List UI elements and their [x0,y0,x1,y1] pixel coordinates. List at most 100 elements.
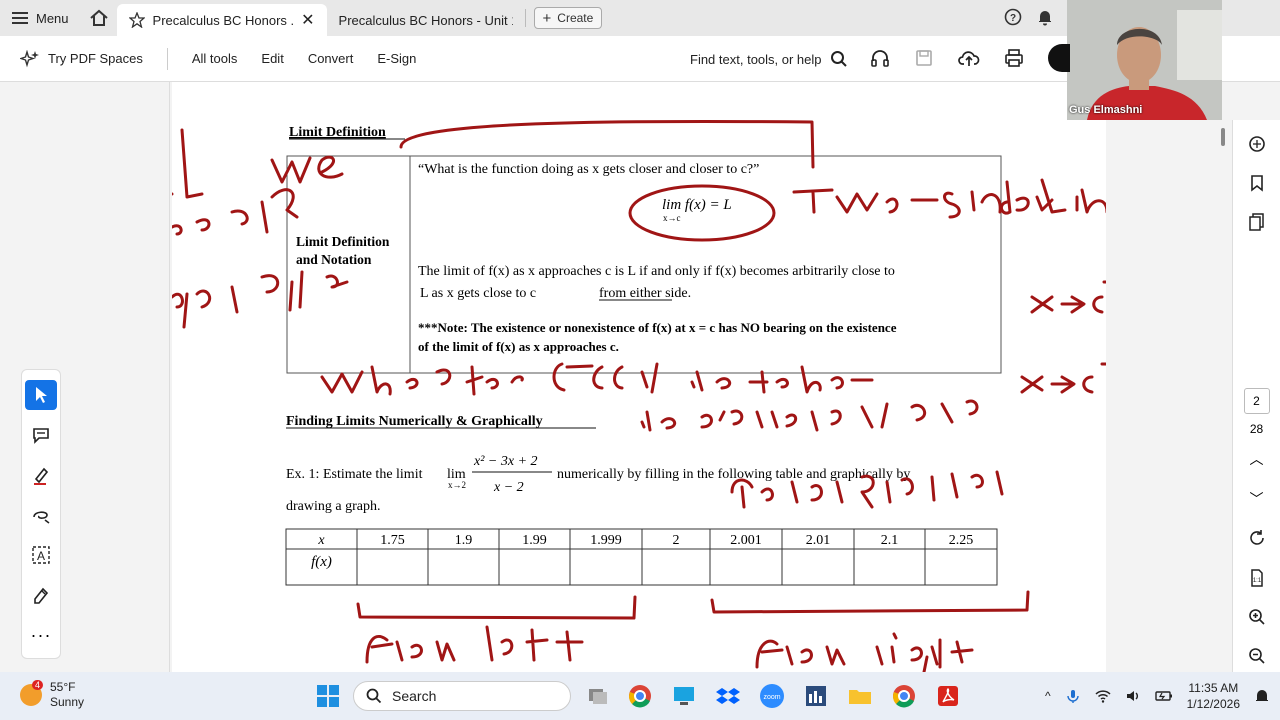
print-icon[interactable] [1004,48,1024,68]
example-text: drawing a graph. [286,499,380,514]
more-icon: ··· [30,624,52,645]
file-explorer-icon[interactable] [846,682,874,710]
table-value-cell[interactable] [571,550,641,584]
table-header-cell: 1.999 [590,533,622,548]
table-value-cell[interactable] [855,550,924,584]
create-button[interactable]: + Create [533,7,603,29]
zoom-icon[interactable]: zoom [758,682,786,710]
rotate-button[interactable] [1241,522,1273,553]
bookmarks-button[interactable] [1241,167,1273,198]
limit-expression: lim f(x) = L [662,197,732,213]
table-value-cell[interactable] [429,550,498,584]
toolbar-divider [166,47,168,70]
mic-icon[interactable] [1065,688,1081,704]
menu-button[interactable]: Menu [0,0,81,36]
menu-edit[interactable]: Edit [249,51,295,66]
chrome-icon[interactable] [626,682,654,710]
table-value-cell[interactable] [500,550,569,584]
note-text: of the limit of f(x) as x approaches c. [418,339,619,354]
prev-page-button[interactable]: ︿ [1241,444,1273,475]
sign-tool-button[interactable] [25,580,57,610]
clock[interactable]: 11:35 AM 1/12/2026 [1187,680,1240,712]
zoom-out-button[interactable] [1241,641,1273,672]
close-icon[interactable]: ✕ [301,10,314,30]
vertical-scrollbar[interactable] [1221,128,1225,146]
table-header-cell: 2.001 [730,533,762,548]
toolbar-avatar[interactable] [1048,44,1070,72]
tab-precalc-unit1[interactable]: Precalculus BC Honors - Unit 1 ... [327,4,525,36]
weather-desc: Sunny [50,695,85,709]
table-value-cell[interactable] [643,550,709,584]
right-gutter [1107,82,1227,672]
system-tray: ^ 11:35 AM 1/12/2026 [1045,680,1270,712]
find-tools-button[interactable]: Find text, tools, or help [690,50,848,68]
table-header-cell: 1.75 [380,533,405,548]
home-button[interactable] [81,0,117,36]
star-icon[interactable] [128,12,145,28]
menu-convert[interactable]: Convert [296,51,366,66]
clock-time: 11:35 AM [1188,681,1239,695]
pages-button[interactable] [1241,207,1273,238]
svg-text:?: ? [1010,13,1016,24]
help-icon[interactable]: ? [1004,8,1022,26]
fit-page-icon: 1:1 [1250,568,1263,587]
table-value-cell[interactable] [711,550,781,584]
fraction-numerator: x² − 3x + 2 [473,454,538,469]
wifi-icon[interactable] [1095,688,1111,704]
table-value-cell[interactable] [358,550,427,584]
table-header-cell: 2.1 [881,533,899,548]
table-header-cell: 2 [673,533,680,548]
table-value-cell[interactable] [783,550,853,584]
select-tool-button[interactable] [25,380,57,410]
tab-precalc-active[interactable]: Precalculus BC Honors ... ✕ [116,4,327,36]
draw-tool-button[interactable] [25,500,57,530]
pdf-page: Limit Definition Limit Definition and No… [90,82,1254,674]
taskbar-search[interactable]: Search [353,681,571,711]
text-tool-button[interactable]: A [25,540,57,570]
highlight-tool-button[interactable] [25,460,57,490]
remote-desktop-icon[interactable] [670,682,698,710]
headphones-icon[interactable] [870,48,890,68]
more-tools-button[interactable]: ··· [25,620,57,650]
windows-start-icon[interactable] [314,682,342,710]
menu-esign[interactable]: E-Sign [365,51,428,66]
table-header-cell: 1.99 [522,533,547,548]
weather-icon: 4 [20,680,44,706]
notification-bell-icon[interactable] [1254,688,1270,704]
pdf-page-content: Limit Definition Limit Definition and No… [90,119,1254,674]
quick-tools-rail: A ··· [21,369,61,659]
weather-badge: 4 [32,680,44,690]
volume-icon[interactable] [1125,688,1141,704]
menu-label: Menu [36,10,69,26]
sparkle-icon [20,49,39,67]
chrome-profile-icon[interactable] [890,682,918,710]
ai-assistant-button[interactable] [1241,128,1273,159]
svg-text:1:1: 1:1 [1252,578,1261,584]
table-header-cell: 2.25 [949,533,974,548]
participant-video[interactable]: Gus Elmashni [1067,0,1222,120]
next-page-button[interactable]: ﹀ [1241,483,1273,514]
battery-icon[interactable] [1154,688,1173,704]
bell-icon[interactable] [1036,8,1054,26]
svg-text:zoom: zoom [763,694,780,701]
table-value-cell[interactable] [926,550,996,584]
svg-text:A: A [37,549,45,563]
search-icon [366,688,382,704]
fit-page-button[interactable]: 1:1 [1241,562,1273,593]
dashboard-app-icon[interactable] [802,682,830,710]
task-view-icon[interactable] [584,682,612,710]
pdf-spaces-button[interactable]: Try PDF Spaces [0,49,155,68]
chevron-up-icon[interactable]: ^ [1045,689,1051,703]
menu-all-tools[interactable]: All tools [180,51,250,66]
weather-widget[interactable]: 4 55°F Sunny [20,680,84,710]
dropbox-icon[interactable] [714,682,742,710]
cloud-upload-icon[interactable] [958,48,980,68]
acrobat-icon[interactable] [934,682,962,710]
zoom-in-button[interactable] [1241,601,1273,632]
highlighter-icon [34,467,49,485]
participant-name: Gus Elmashni [1069,104,1143,116]
definition-text: The limit of f(x) as x approaches c is L… [418,264,895,279]
current-page-field[interactable]: 2 [1243,388,1270,414]
comment-tool-button[interactable] [25,420,57,450]
save-icon[interactable] [914,48,934,68]
